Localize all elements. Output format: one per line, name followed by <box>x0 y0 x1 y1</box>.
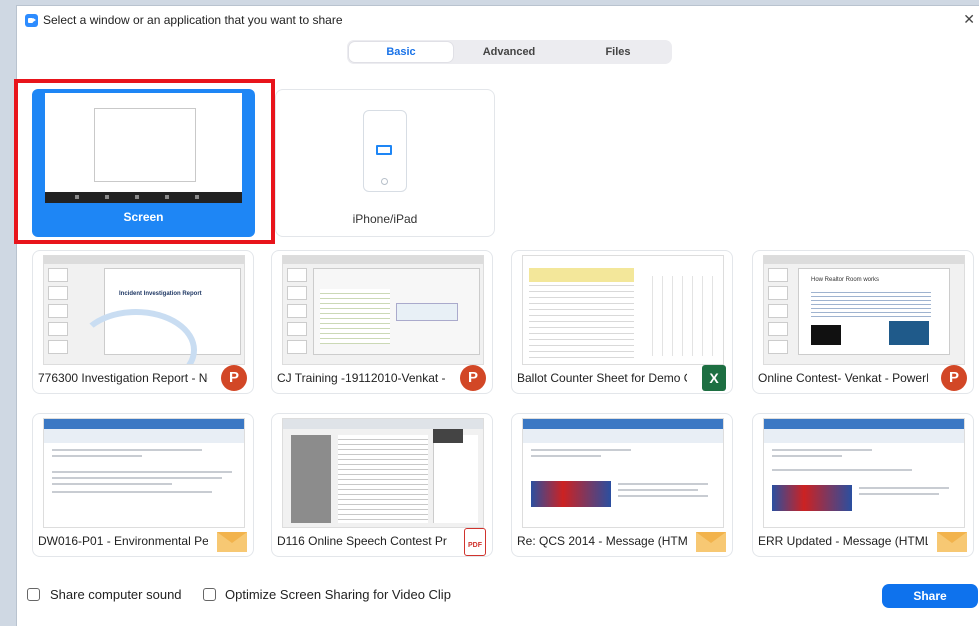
mail-icon <box>696 532 726 552</box>
share-screen-dialog: Select a window or an application that y… <box>14 5 979 626</box>
app-window-investigation-report[interactable]: Incident Investigation Report 776300 Inv… <box>32 250 254 394</box>
app-window-dw016[interactable]: DW016-P01 - Environmental Per... <box>32 413 254 557</box>
window-thumbnail <box>763 418 965 528</box>
window-name: DW016-P01 - Environmental Per... <box>38 534 208 548</box>
window-thumbnail: How Realtor Room works <box>763 255 965 365</box>
airplay-icon <box>376 145 392 155</box>
powerpoint-icon: P <box>941 365 967 391</box>
iphone-ipad-option[interactable]: iPhone/iPad <box>275 89 495 237</box>
tab-files[interactable]: Files <box>566 42 670 62</box>
app-window-err-updated[interactable]: ERR Updated - Message (HTML) <box>752 413 974 557</box>
window-thumbnail <box>522 418 724 528</box>
window-thumbnail <box>282 418 484 528</box>
selection-highlight <box>14 79 275 244</box>
share-sound-label[interactable]: Share computer sound <box>50 587 182 602</box>
share-button[interactable]: Share <box>882 584 978 608</box>
zoom-icon <box>25 14 38 27</box>
phone-icon <box>363 110 407 192</box>
optimize-video-label[interactable]: Optimize Screen Sharing for Video Clip <box>225 587 451 602</box>
powerpoint-icon: P <box>460 365 486 391</box>
app-window-ballot-counter[interactable]: Ballot Counter Sheet for Demo O... X <box>511 250 733 394</box>
window-name: Re: QCS 2014 - Message (HTML) <box>517 534 687 548</box>
pdf-icon: PDF <box>464 528 486 556</box>
window-thumbnail <box>43 418 245 528</box>
share-tabs: Basic Advanced Files <box>347 40 672 64</box>
window-name: Online Contest- Venkat - PowerP... <box>758 371 928 385</box>
tab-advanced[interactable]: Advanced <box>457 42 561 62</box>
title-bar: Select a window or an application that y… <box>17 6 979 34</box>
window-thumbnail <box>282 255 484 365</box>
window-name: CJ Training -19112010-Venkat - P... <box>277 371 447 385</box>
window-name: ERR Updated - Message (HTML) <box>758 534 928 548</box>
app-window-d116[interactable]: D116 Online Speech Contest Proc... PDF <box>271 413 493 557</box>
optimize-video-checkbox[interactable] <box>203 588 216 601</box>
tab-basic[interactable]: Basic <box>349 42 453 62</box>
close-icon[interactable]: ✕ <box>963 11 975 28</box>
window-name: 776300 Investigation Report - No... <box>38 371 208 385</box>
app-window-cj-training[interactable]: CJ Training -19112010-Venkat - P... P <box>271 250 493 394</box>
mail-icon <box>217 532 247 552</box>
dialog-footer: Share computer sound Optimize Screen Sha… <box>17 576 979 608</box>
powerpoint-icon: P <box>221 365 247 391</box>
iphone-label: iPhone/iPad <box>352 212 418 226</box>
mail-icon <box>937 532 967 552</box>
window-name: Ballot Counter Sheet for Demo O... <box>517 371 687 385</box>
app-window-qcs-2014[interactable]: Re: QCS 2014 - Message (HTML) <box>511 413 733 557</box>
window-title: Select a window or an application that y… <box>43 13 343 27</box>
app-window-online-contest[interactable]: How Realtor Room works Online Contest- V… <box>752 250 974 394</box>
share-sound-checkbox[interactable] <box>27 588 40 601</box>
window-thumbnail: Incident Investigation Report <box>43 255 245 365</box>
window-name: D116 Online Speech Contest Proc... <box>277 534 447 548</box>
excel-icon: X <box>702 365 726 391</box>
window-thumbnail <box>522 255 724 365</box>
